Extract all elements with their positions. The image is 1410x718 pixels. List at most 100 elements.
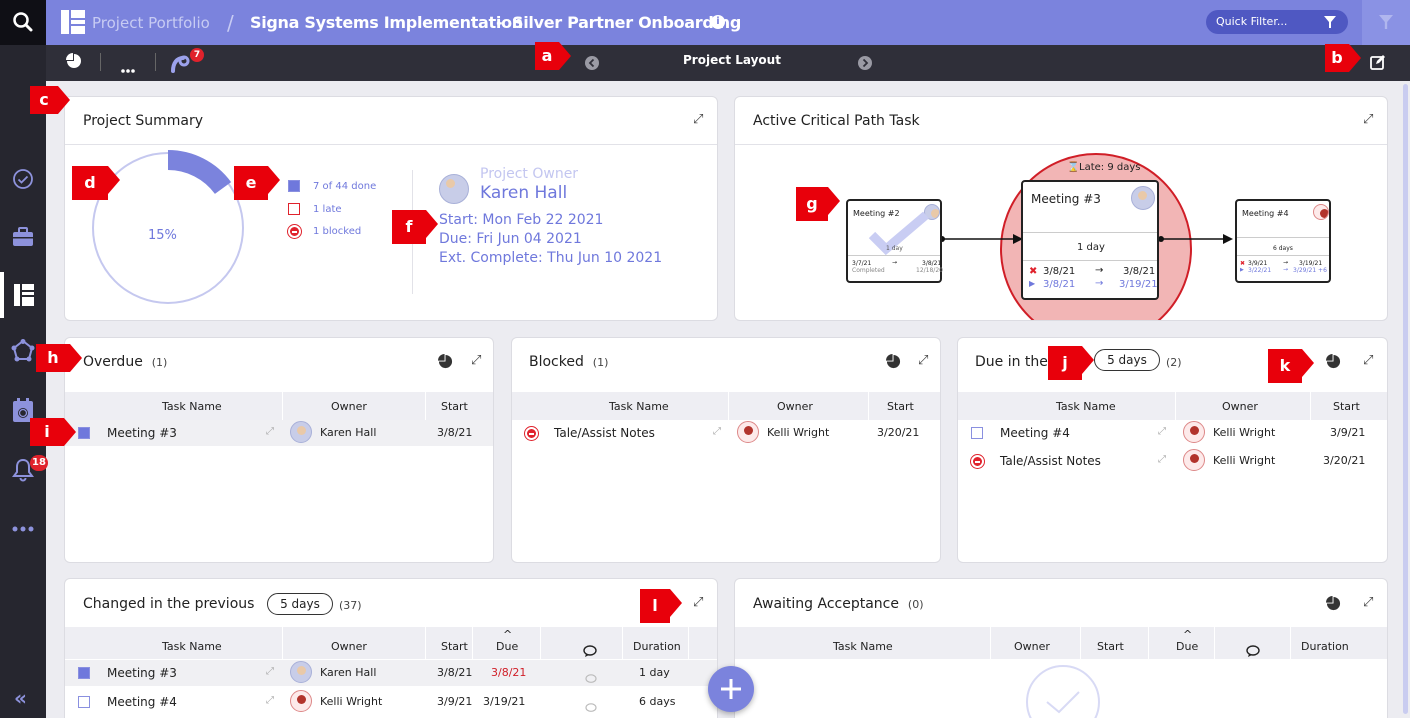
expand-row-icon[interactable]: ⤢	[1158, 454, 1166, 465]
column-header-duration[interactable]: Duration	[633, 640, 681, 653]
days-selector[interactable]: 5 days	[267, 593, 333, 615]
expand-icon[interactable]: ⤢	[471, 353, 481, 368]
stat-done[interactable]: 7 of 44 done	[313, 181, 376, 192]
expand-icon[interactable]: ⤢	[1363, 112, 1373, 127]
expand-row-icon[interactable]: ⤢	[266, 426, 274, 437]
expand-icon[interactable]: ⤢	[1363, 353, 1373, 368]
column-header-start[interactable]: Start	[1333, 400, 1360, 413]
overdue-panel	[64, 337, 494, 563]
info-icon[interactable]: i	[711, 15, 725, 29]
layout-name: Project Layout	[683, 53, 781, 67]
column-header-duration[interactable]: Duration	[1301, 640, 1349, 653]
layout-icon	[61, 10, 85, 34]
breadcrumb-root[interactable]: Project Portfolio	[92, 14, 210, 32]
expand-icon[interactable]: ⤢	[1363, 595, 1373, 610]
nav-network-button[interactable]	[11, 339, 35, 367]
task-checkbox[interactable]	[971, 427, 983, 439]
comment-icon[interactable]	[585, 698, 597, 717]
task-checkbox[interactable]	[78, 667, 90, 679]
expand-row-icon[interactable]: ⤢	[713, 426, 721, 437]
column-header-owner[interactable]: Owner	[331, 400, 367, 413]
task-checkbox[interactable]	[78, 427, 90, 439]
column-header-start[interactable]: Start	[441, 640, 468, 653]
comment-icon[interactable]	[583, 642, 597, 661]
task-duration: 6 days	[1273, 245, 1293, 252]
task-name-cell[interactable]: Tale/Assist Notes	[554, 426, 655, 440]
column-header-owner[interactable]: Owner	[1014, 640, 1050, 653]
task-checkbox[interactable]	[78, 696, 90, 708]
column-header-start[interactable]: Start	[441, 400, 468, 413]
task-name-cell[interactable]: Meeting #3	[107, 666, 177, 680]
panel-count: (0)	[907, 598, 924, 611]
column-header-task[interactable]: Task Name	[162, 640, 222, 653]
nav-portfolio-button[interactable]	[12, 227, 34, 251]
owner-label: Project Owner	[480, 166, 579, 182]
column-header-due[interactable]: Due	[1176, 640, 1198, 653]
column-header-due[interactable]: Due	[496, 640, 518, 653]
panel-title-text: Overdue	[83, 354, 143, 370]
owner-cell[interactable]: Kelli Wright	[320, 695, 382, 708]
expand-row-icon[interactable]: ⤢	[266, 666, 274, 677]
next-layout-button[interactable]	[858, 55, 872, 74]
expand-icon[interactable]: ⤢	[918, 353, 928, 368]
column-header-start[interactable]: Start	[887, 400, 914, 413]
owner-name[interactable]: Karen Hall	[480, 183, 567, 203]
days-selector[interactable]: 5 days	[1094, 349, 1160, 371]
task-card-meeting-4[interactable]: Meeting #4 6 days ✖ 3/9/21 → 3/19/21 ▶ 3…	[1235, 199, 1331, 283]
column-header-task[interactable]: Task Name	[1056, 400, 1116, 413]
panel-title: Awaiting Acceptance (0)	[753, 596, 924, 612]
pie-chart-icon[interactable]	[1326, 354, 1341, 369]
column-header-task[interactable]: Task Name	[162, 400, 222, 413]
expand-row-icon[interactable]: ⤢	[266, 695, 274, 706]
quick-filter-input[interactable]: Quick Filter...	[1206, 10, 1348, 34]
divider	[1023, 232, 1157, 233]
comment-icon[interactable]	[1246, 642, 1260, 661]
owner-cell[interactable]: Kelli Wright	[767, 426, 829, 439]
search-icon	[13, 12, 33, 32]
stat-late[interactable]: 1 late	[313, 204, 342, 215]
collapse-sidebar-button[interactable]: «	[14, 686, 27, 710]
stat-blocked[interactable]: 1 blocked	[313, 226, 361, 237]
column-divider	[1080, 627, 1081, 659]
owner-cell[interactable]: Karen Hall	[320, 426, 376, 439]
page-scrollbar[interactable]	[1403, 84, 1408, 714]
more-options-button[interactable]	[121, 58, 135, 77]
task-card-meeting-3[interactable]: Meeting #3 1 day ✖ 3/8/21 → 3/8/21 ▶ 3/8…	[1021, 180, 1159, 300]
column-header-owner[interactable]: Owner	[331, 640, 367, 653]
global-search-button[interactable]	[0, 0, 46, 45]
nav-layout-button[interactable]	[13, 283, 35, 311]
filter-panel-button[interactable]	[1362, 0, 1410, 45]
task-name-cell[interactable]: Tale/Assist Notes	[1000, 454, 1101, 468]
task-card-meeting-2[interactable]: Meeting #2 1 day 3/7/21 → 3/8/21 Complet…	[846, 199, 943, 283]
plus-icon	[721, 679, 741, 699]
prev-layout-button[interactable]	[585, 55, 599, 74]
team-button[interactable]	[170, 53, 192, 77]
edit-layout-button[interactable]	[1370, 54, 1386, 74]
chart-view-button[interactable]	[66, 53, 82, 73]
column-header-start[interactable]: Start	[1097, 640, 1124, 653]
pie-chart-icon[interactable]	[886, 354, 901, 369]
column-divider	[425, 627, 426, 659]
column-header-task[interactable]: Task Name	[833, 640, 893, 653]
comment-icon[interactable]	[585, 669, 597, 688]
task-name-cell[interactable]: Meeting #4	[107, 695, 177, 709]
expand-icon[interactable]: ⤢	[693, 595, 703, 610]
nav-tasks-button[interactable]	[12, 168, 34, 194]
column-header-owner[interactable]: Owner	[1222, 400, 1258, 413]
owner-cell[interactable]: Karen Hall	[320, 666, 376, 679]
pie-chart-icon[interactable]	[438, 354, 453, 369]
expand-icon[interactable]: ⤢	[693, 112, 703, 127]
task-name-cell[interactable]: Meeting #3	[107, 426, 177, 440]
nav-more-button[interactable]	[12, 518, 34, 537]
owner-avatar[interactable]	[439, 174, 469, 204]
owner-cell[interactable]: Kelli Wright	[1213, 454, 1275, 467]
task-name-cell[interactable]: Meeting #4	[1000, 426, 1070, 440]
arrow-icon: →	[1283, 259, 1289, 266]
column-header-task[interactable]: Task Name	[609, 400, 669, 413]
add-button[interactable]	[708, 666, 754, 712]
portfolio-logo[interactable]	[60, 9, 86, 39]
column-header-owner[interactable]: Owner	[777, 400, 813, 413]
pie-chart-icon[interactable]	[1326, 596, 1341, 611]
owner-cell[interactable]: Kelli Wright	[1213, 426, 1275, 439]
expand-row-icon[interactable]: ⤢	[1158, 426, 1166, 437]
